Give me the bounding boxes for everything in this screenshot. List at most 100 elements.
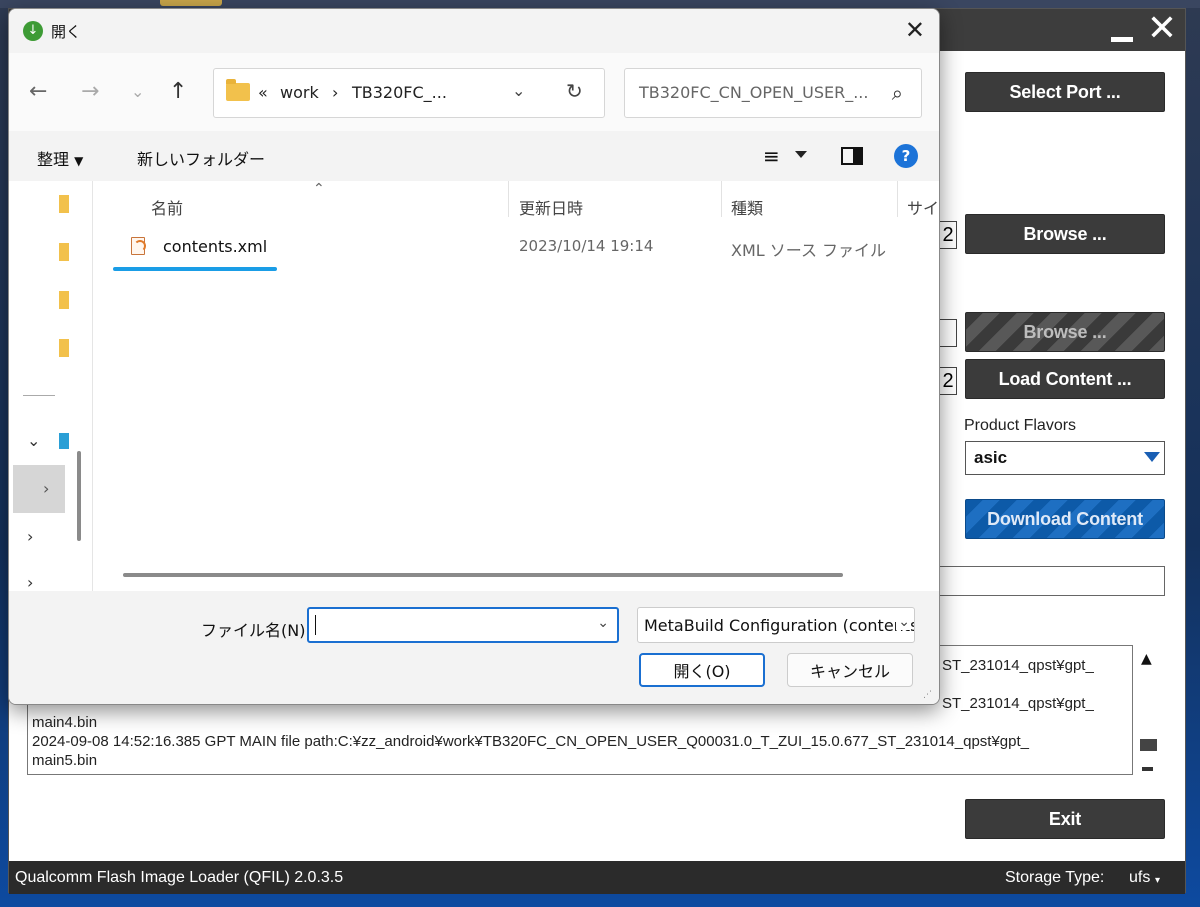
download-content-button[interactable]: Download Content	[965, 499, 1165, 539]
column-divider[interactable]	[721, 181, 722, 217]
file-list: ⌃ 名前 更新日時 種類 サイズ contents.xml 2023/10/14…	[101, 181, 939, 571]
column-divider[interactable]	[508, 181, 509, 217]
storage-type-value[interactable]: ufs	[1129, 869, 1150, 887]
collapsed-chevron-icon[interactable]: ›	[27, 527, 33, 546]
dialog-close-icon[interactable]: ✕	[905, 15, 925, 45]
filetype-value: MetaBuild Configuration (contents.xml)	[644, 616, 914, 635]
log-line: ST_231014_qpst¥gpt_	[942, 657, 1094, 674]
nav-scrollbar[interactable]	[77, 451, 81, 541]
close-icon[interactable]: ✕	[1147, 11, 1177, 47]
dialog-toolbar: 整理 ▼ 新しいフォルダー ≡ ?	[9, 131, 939, 181]
address-bar[interactable]: « work › TB320FC_... ⌄ ↻	[213, 68, 605, 118]
log-line: main4.bin	[32, 714, 98, 731]
dialog-footer: ファイル名(N): ⌄ MetaBuild Configuration (con…	[9, 591, 939, 704]
xml-file-icon	[131, 237, 146, 255]
storage-caret-icon[interactable]: ▾	[1155, 875, 1160, 886]
app-version-label: Qualcomm Flash Image Loader (QFIL) 2.0.3…	[15, 869, 344, 886]
nav-folder-icon[interactable]	[59, 291, 69, 309]
load-content-button[interactable]: Load Content ...	[965, 359, 1165, 399]
search-box[interactable]: TB320FC_CN_OPEN_USER_... ⌕	[624, 68, 922, 118]
qfil-text-field[interactable]	[939, 566, 1165, 596]
product-flavor-value: asic	[974, 448, 1008, 467]
log-scrollbar-thumb[interactable]	[1140, 739, 1157, 751]
view-list-icon[interactable]: ≡	[763, 144, 780, 168]
highlight-underline	[113, 267, 277, 271]
file-type: XML ソース ファイル	[731, 241, 887, 260]
column-header-modified[interactable]: 更新日時	[519, 195, 583, 219]
collapsed-chevron-icon[interactable]: ›	[27, 573, 33, 592]
column-header-type[interactable]: 種類	[731, 195, 763, 219]
nav-selected-item[interactable]	[13, 465, 65, 513]
address-dropdown-icon[interactable]: ⌄	[512, 81, 525, 100]
column-divider[interactable]	[897, 181, 898, 217]
resize-grip-icon[interactable]: ⋰	[923, 690, 933, 700]
up-arrow-icon[interactable]: ↑	[169, 79, 187, 105]
log-line: ST_231014_qpst¥gpt_	[942, 695, 1094, 712]
column-header-name[interactable]: 名前	[151, 195, 183, 219]
view-options-caret-icon[interactable]	[795, 151, 807, 158]
breadcrumb-overflow[interactable]: «	[258, 83, 268, 102]
navigation-pane: ⌄ › › ›	[9, 181, 93, 592]
breadcrumb-current[interactable]: TB320FC_...	[352, 83, 447, 102]
storage-type-label: Storage Type:	[1005, 869, 1105, 886]
scroll-up-icon[interactable]: ▲	[1141, 651, 1152, 667]
minimize-icon[interactable]	[1111, 37, 1133, 42]
organize-caret-icon: ▼	[74, 154, 84, 168]
dialog-body: ⌄ › › › ⌃ 名前 更新日時 種類 サイズ contents.xml 20…	[9, 181, 939, 592]
file-name[interactable]: contents.xml	[163, 237, 267, 256]
refresh-icon[interactable]: ↻	[566, 79, 583, 103]
dialog-titlebar: ↓ 開く ✕	[9, 9, 939, 53]
back-arrow-icon[interactable]: ←	[29, 79, 47, 105]
product-flavors-label: Product Flavors	[964, 417, 1077, 434]
file-row[interactable]: contents.xml 2023/10/14 19:14 XML ソース ファ…	[101, 229, 939, 265]
scroll-down-icon[interactable]	[1142, 767, 1153, 771]
folder-icon	[226, 79, 250, 101]
nav-folder-icon[interactable]	[59, 339, 69, 357]
open-file-dialog: ↓ 開く ✕ ← → ⌄ ↑ « work › TB320FC_... ⌄ ↻ …	[8, 8, 940, 705]
filename-input[interactable]: ⌄	[307, 607, 619, 643]
side-count-box: 2	[939, 221, 957, 249]
filetype-select[interactable]: MetaBuild Configuration (contents.xml) ⌄	[637, 607, 915, 643]
text-cursor	[315, 615, 316, 635]
collapsed-chevron-icon[interactable]: ›	[43, 479, 49, 498]
recent-chevron-icon[interactable]: ⌄	[131, 79, 144, 105]
nav-divider	[23, 395, 55, 396]
horizontal-scrollbar[interactable]	[123, 573, 843, 577]
file-modified: 2023/10/14 19:14	[519, 237, 654, 255]
nav-drive-icon[interactable]	[59, 433, 69, 449]
search-icon[interactable]: ⌕	[892, 81, 903, 105]
log-line: main5.bin	[32, 752, 98, 769]
organize-menu[interactable]: 整理 ▼	[37, 146, 83, 170]
navigation-bar: ← → ⌄ ↑ « work › TB320FC_... ⌄ ↻ TB320FC…	[9, 53, 939, 131]
product-flavors-select[interactable]: asic	[965, 441, 1165, 475]
side-box-empty	[939, 319, 957, 347]
dropdown-arrow-icon[interactable]	[1144, 452, 1160, 462]
filename-label: ファイル名(N):	[201, 621, 311, 640]
dialog-title: 開く	[51, 23, 82, 41]
organize-label: 整理	[37, 150, 70, 169]
side-count-box-2: 2	[939, 367, 957, 395]
new-folder-button[interactable]: 新しいフォルダー	[137, 146, 265, 170]
status-bar: Qualcomm Flash Image Loader (QFIL) 2.0.3…	[9, 861, 1185, 894]
expand-chevron-icon[interactable]: ⌄	[27, 431, 40, 450]
nav-folder-icon[interactable]	[59, 243, 69, 261]
forward-arrow-icon[interactable]: →	[81, 79, 99, 105]
open-button[interactable]: 開く(O)	[639, 653, 765, 687]
breadcrumb-work[interactable]: work	[280, 83, 319, 102]
help-icon[interactable]: ?	[894, 144, 918, 168]
nav-folder-icon[interactable]	[59, 195, 69, 213]
exit-button[interactable]: Exit	[965, 799, 1165, 839]
filename-dropdown-icon[interactable]: ⌄	[597, 615, 609, 631]
select-port-button[interactable]: Select Port ...	[965, 72, 1165, 112]
search-placeholder: TB320FC_CN_OPEN_USER_...	[639, 83, 869, 102]
column-header-size[interactable]: サイズ	[907, 195, 939, 219]
log-line: 2024-09-08 14:52:16.385 GPT MAIN file pa…	[32, 733, 1030, 750]
download-arrow-icon: ↓	[23, 21, 43, 41]
filetype-dropdown-icon[interactable]: ⌄	[896, 614, 910, 630]
desktop-app-icon	[160, 0, 222, 6]
preview-pane-icon[interactable]	[841, 147, 863, 165]
cancel-button[interactable]: キャンセル	[787, 653, 913, 687]
browse-button[interactable]: Browse ...	[965, 214, 1165, 254]
browse-button-disabled[interactable]: Browse ...	[965, 312, 1165, 352]
breadcrumb-separator: ›	[332, 83, 339, 102]
